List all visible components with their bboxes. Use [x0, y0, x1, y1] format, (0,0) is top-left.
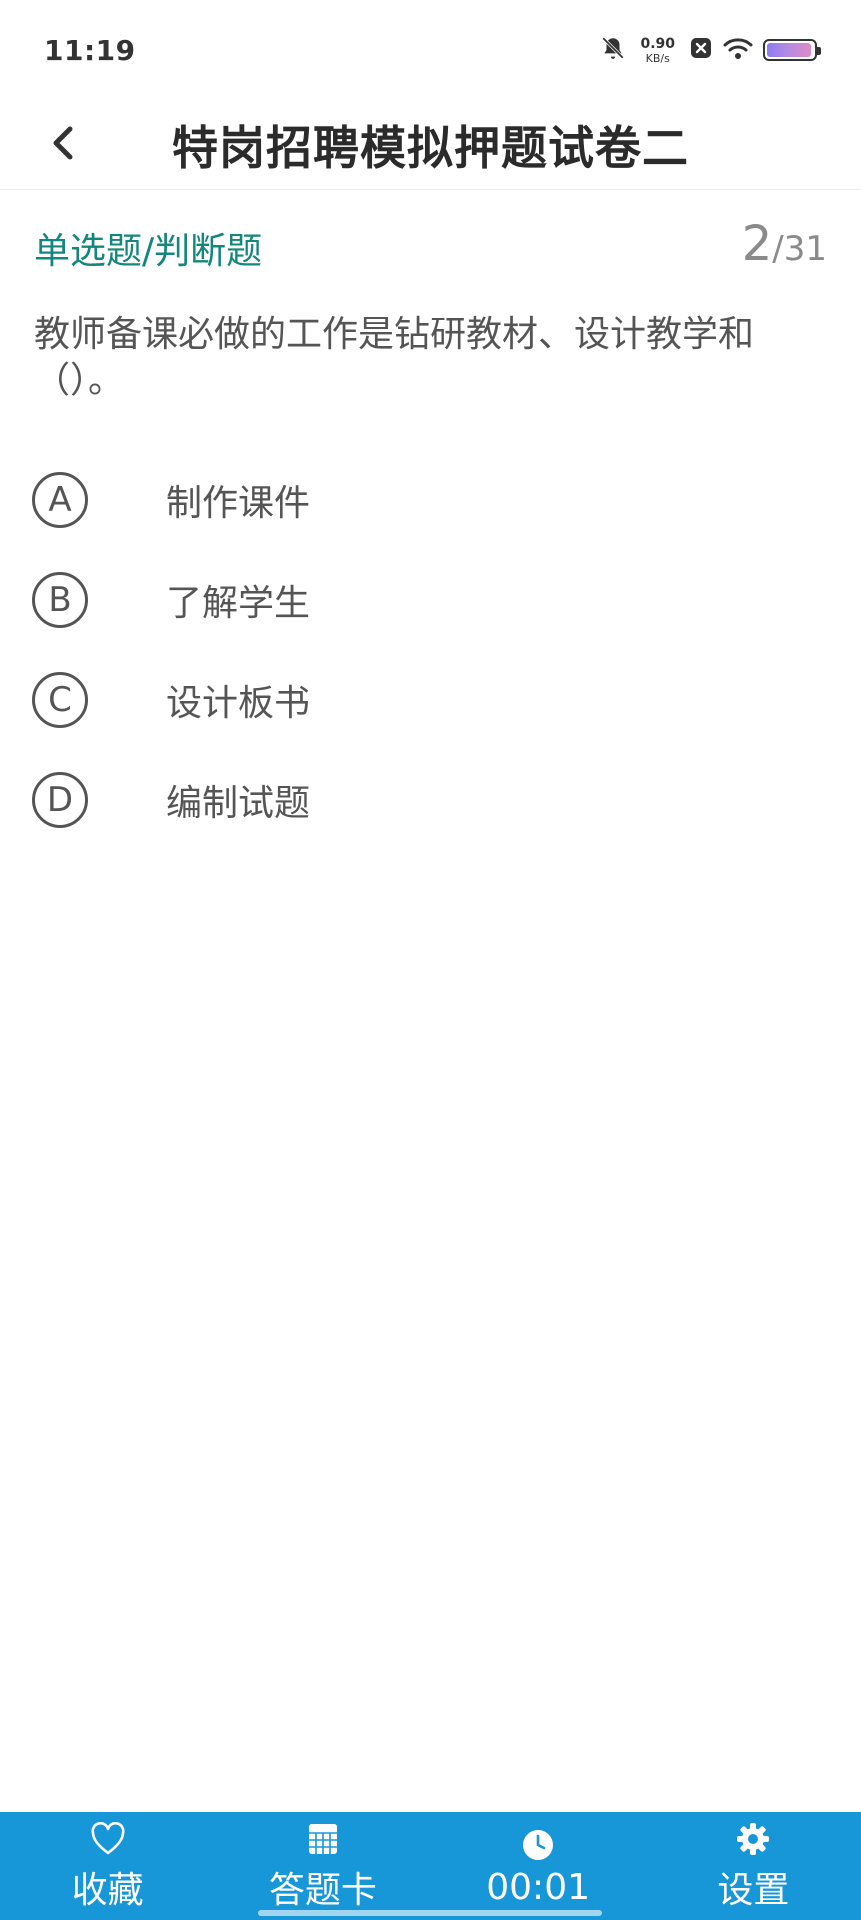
settings-button[interactable]: 设置 — [646, 1812, 861, 1920]
question-text: 教师备课必做的工作是钻研教材、设计教学和（）。 — [34, 314, 755, 401]
options-list: A 制作课件 B 了解学生 C 设计板书 D 编制试题 — [32, 450, 832, 850]
question-separator: / — [772, 229, 784, 269]
option-b[interactable]: B 了解学生 — [32, 550, 832, 650]
timer-label: 00:01 — [486, 1866, 590, 1908]
net-speed-value: 0.90 — [640, 35, 675, 52]
grid-card-icon — [308, 1819, 338, 1859]
wifi-icon — [723, 36, 753, 64]
option-a[interactable]: A 制作课件 — [32, 450, 832, 550]
option-text: 了解学生 — [166, 583, 311, 624]
gear-icon — [735, 1819, 771, 1859]
favorite-label: 收藏 — [71, 1870, 144, 1911]
option-letter: C — [32, 672, 88, 728]
status-icons: 0.90 KB/s — [600, 35, 821, 65]
battery-icon — [763, 39, 821, 61]
page-title: 特岗招聘模拟押题试卷二 — [172, 120, 689, 175]
option-letter: D — [32, 772, 88, 828]
option-text: 制作课件 — [166, 483, 311, 524]
heart-icon — [90, 1819, 126, 1859]
option-c[interactable]: C 设计板书 — [32, 650, 832, 750]
answer-card-button[interactable]: 答题卡 — [215, 1812, 430, 1920]
favorite-button[interactable]: 收藏 — [0, 1812, 215, 1920]
net-speed-unit: KB/s — [645, 51, 670, 65]
option-text: 编制试题 — [166, 783, 311, 824]
bell-muted-icon — [600, 35, 626, 65]
close-box-icon — [689, 36, 713, 64]
status-bar: 11:19 0.90 KB/s — [0, 0, 861, 100]
home-indicator[interactable] — [258, 1910, 602, 1916]
question-total: 31 — [783, 229, 827, 269]
timer-button[interactable]: 00:01 — [431, 1812, 646, 1920]
option-letter: B — [32, 572, 88, 628]
question-current: 2 — [741, 216, 773, 272]
battery-level — [767, 43, 811, 57]
chevron-left-icon — [48, 123, 78, 167]
option-d[interactable]: D 编制试题 — [32, 750, 832, 850]
settings-label: 设置 — [717, 1870, 790, 1911]
question-type: 单选题/判断题 — [34, 231, 263, 272]
top-header: 特岗招聘模拟押题试卷二 — [0, 100, 861, 190]
status-time: 11:19 — [44, 33, 136, 67]
quiz-page: 11:19 0.90 KB/s 特岗招聘模拟押题试卷二 单选题/判断题 2 / … — [0, 0, 861, 1920]
bottom-toolbar: 收藏 答题卡 00:01 设置 — [0, 1812, 861, 1920]
question-counter: 2 / 31 — [742, 216, 827, 272]
net-speed: 0.90 KB/s — [640, 37, 675, 64]
option-text: 设计板书 — [166, 683, 311, 724]
clock-icon — [521, 1825, 555, 1865]
option-letter: A — [32, 472, 88, 528]
answer-card-label: 答题卡 — [268, 1870, 377, 1911]
back-button[interactable] — [40, 122, 86, 168]
